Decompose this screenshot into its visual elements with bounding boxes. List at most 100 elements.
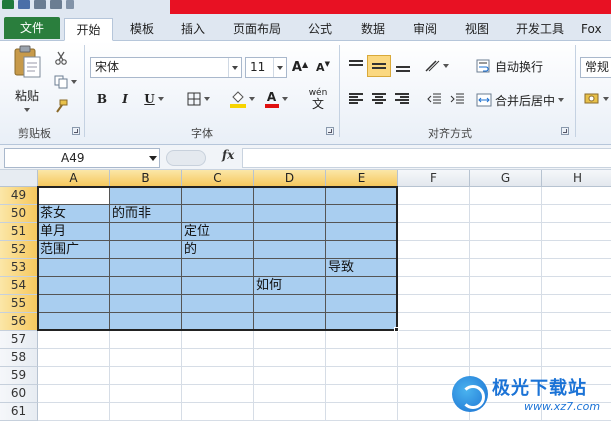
cell-d59[interactable] xyxy=(254,367,326,385)
row-header-51[interactable]: 51 xyxy=(0,223,38,241)
cell-d49[interactable] xyxy=(254,187,326,205)
cell-d50[interactable] xyxy=(254,205,326,223)
copy-button[interactable] xyxy=(52,73,78,91)
cell-f55[interactable] xyxy=(398,295,470,313)
cell-b60[interactable] xyxy=(110,385,182,403)
cell-c51[interactable]: 定位 xyxy=(182,223,254,241)
cell-a53[interactable] xyxy=(38,259,110,277)
cell-c60[interactable] xyxy=(182,385,254,403)
fill-color-button[interactable] xyxy=(226,89,258,109)
currency-format-button[interactable] xyxy=(582,89,610,109)
cell-c56[interactable] xyxy=(182,313,254,331)
font-name-select[interactable]: 宋体 xyxy=(90,57,242,78)
cell-f53[interactable] xyxy=(398,259,470,277)
cell-c59[interactable] xyxy=(182,367,254,385)
save-icon[interactable] xyxy=(18,0,30,9)
cell-c58[interactable] xyxy=(182,349,254,367)
cell-e57[interactable] xyxy=(326,331,398,349)
cell-b52[interactable] xyxy=(110,241,182,259)
cell-d55[interactable] xyxy=(254,295,326,313)
cell-e61[interactable] xyxy=(326,403,398,421)
cell-e56[interactable] xyxy=(326,313,398,331)
cell-a57[interactable] xyxy=(38,331,110,349)
cell-d51[interactable] xyxy=(254,223,326,241)
row-header-57[interactable]: 57 xyxy=(0,331,38,349)
cell-e53[interactable]: 导致 xyxy=(326,259,398,277)
cell-b51[interactable] xyxy=(110,223,182,241)
wrap-text-button[interactable]: 自动换行 xyxy=(476,55,558,77)
cell-h53[interactable] xyxy=(542,259,611,277)
cell-d61[interactable] xyxy=(254,403,326,421)
cell-d54[interactable]: 如何 xyxy=(254,277,326,295)
tab-review[interactable]: 审阅 xyxy=(402,18,448,41)
clipboard-launcher-icon[interactable] xyxy=(72,127,80,135)
cell-b59[interactable] xyxy=(110,367,182,385)
tab-home[interactable]: 开始 xyxy=(64,18,113,41)
cell-g50[interactable] xyxy=(470,205,542,223)
cell-e55[interactable] xyxy=(326,295,398,313)
cell-e59[interactable] xyxy=(326,367,398,385)
formula-cancel-toggle[interactable] xyxy=(166,150,206,166)
middle-align-button[interactable] xyxy=(367,55,391,77)
row-header-56[interactable]: 56 xyxy=(0,313,38,331)
tab-developer[interactable]: 开发工具 xyxy=(505,18,575,41)
cell-f57[interactable] xyxy=(398,331,470,349)
cut-button[interactable] xyxy=(52,49,70,67)
cell-c52[interactable]: 的 xyxy=(182,241,254,259)
cell-g58[interactable] xyxy=(470,349,542,367)
cell-h55[interactable] xyxy=(542,295,611,313)
cell-g51[interactable] xyxy=(470,223,542,241)
cell-a52[interactable]: 范围广 xyxy=(38,241,110,259)
undo-icon[interactable] xyxy=(34,0,46,9)
cell-a59[interactable] xyxy=(38,367,110,385)
cell-d56[interactable] xyxy=(254,313,326,331)
cell-e54[interactable] xyxy=(326,277,398,295)
cell-f52[interactable] xyxy=(398,241,470,259)
cell-e60[interactable] xyxy=(326,385,398,403)
paste-button[interactable]: 粘贴 xyxy=(8,45,46,123)
row-header-55[interactable]: 55 xyxy=(0,295,38,313)
row-header-50[interactable]: 50 xyxy=(0,205,38,223)
font-size-select[interactable]: 11 xyxy=(245,57,287,78)
cell-h58[interactable] xyxy=(542,349,611,367)
column-header-g[interactable]: G xyxy=(470,170,542,187)
cell-c53[interactable] xyxy=(182,259,254,277)
column-header-h[interactable]: H xyxy=(542,170,611,187)
cell-h54[interactable] xyxy=(542,277,611,295)
cell-b56[interactable] xyxy=(110,313,182,331)
cell-h57[interactable] xyxy=(542,331,611,349)
redo-icon[interactable] xyxy=(50,0,62,9)
cell-b49[interactable] xyxy=(110,187,182,205)
cell-c57[interactable] xyxy=(182,331,254,349)
cell-a51[interactable]: 单月 xyxy=(38,223,110,241)
cell-a49[interactable] xyxy=(38,187,110,205)
top-align-button[interactable] xyxy=(345,55,367,77)
decrease-indent-button[interactable] xyxy=(424,89,444,109)
cell-e52[interactable] xyxy=(326,241,398,259)
cell-e49[interactable] xyxy=(326,187,398,205)
cell-h50[interactable] xyxy=(542,205,611,223)
alignment-launcher-icon[interactable] xyxy=(561,127,569,135)
cell-g55[interactable] xyxy=(470,295,542,313)
font-color-button[interactable]: A xyxy=(261,89,291,109)
cell-a58[interactable] xyxy=(38,349,110,367)
tab-file[interactable]: 文件 xyxy=(4,17,60,39)
cell-a50[interactable]: 茶女 xyxy=(38,205,110,223)
borders-button[interactable] xyxy=(182,89,214,109)
cell-f58[interactable] xyxy=(398,349,470,367)
row-header-52[interactable]: 52 xyxy=(0,241,38,259)
row-header-53[interactable]: 53 xyxy=(0,259,38,277)
orientation-button[interactable] xyxy=(422,55,450,77)
tab-formulas[interactable]: 公式 xyxy=(297,18,343,41)
tab-template[interactable]: 模板 xyxy=(118,18,166,41)
font-launcher-icon[interactable] xyxy=(326,127,334,135)
row-header-61[interactable]: 61 xyxy=(0,403,38,421)
cell-g52[interactable] xyxy=(470,241,542,259)
cell-d57[interactable] xyxy=(254,331,326,349)
cell-f50[interactable] xyxy=(398,205,470,223)
cell-g54[interactable] xyxy=(470,277,542,295)
cell-c49[interactable] xyxy=(182,187,254,205)
cell-b55[interactable] xyxy=(110,295,182,313)
cell-b54[interactable] xyxy=(110,277,182,295)
cell-g53[interactable] xyxy=(470,259,542,277)
